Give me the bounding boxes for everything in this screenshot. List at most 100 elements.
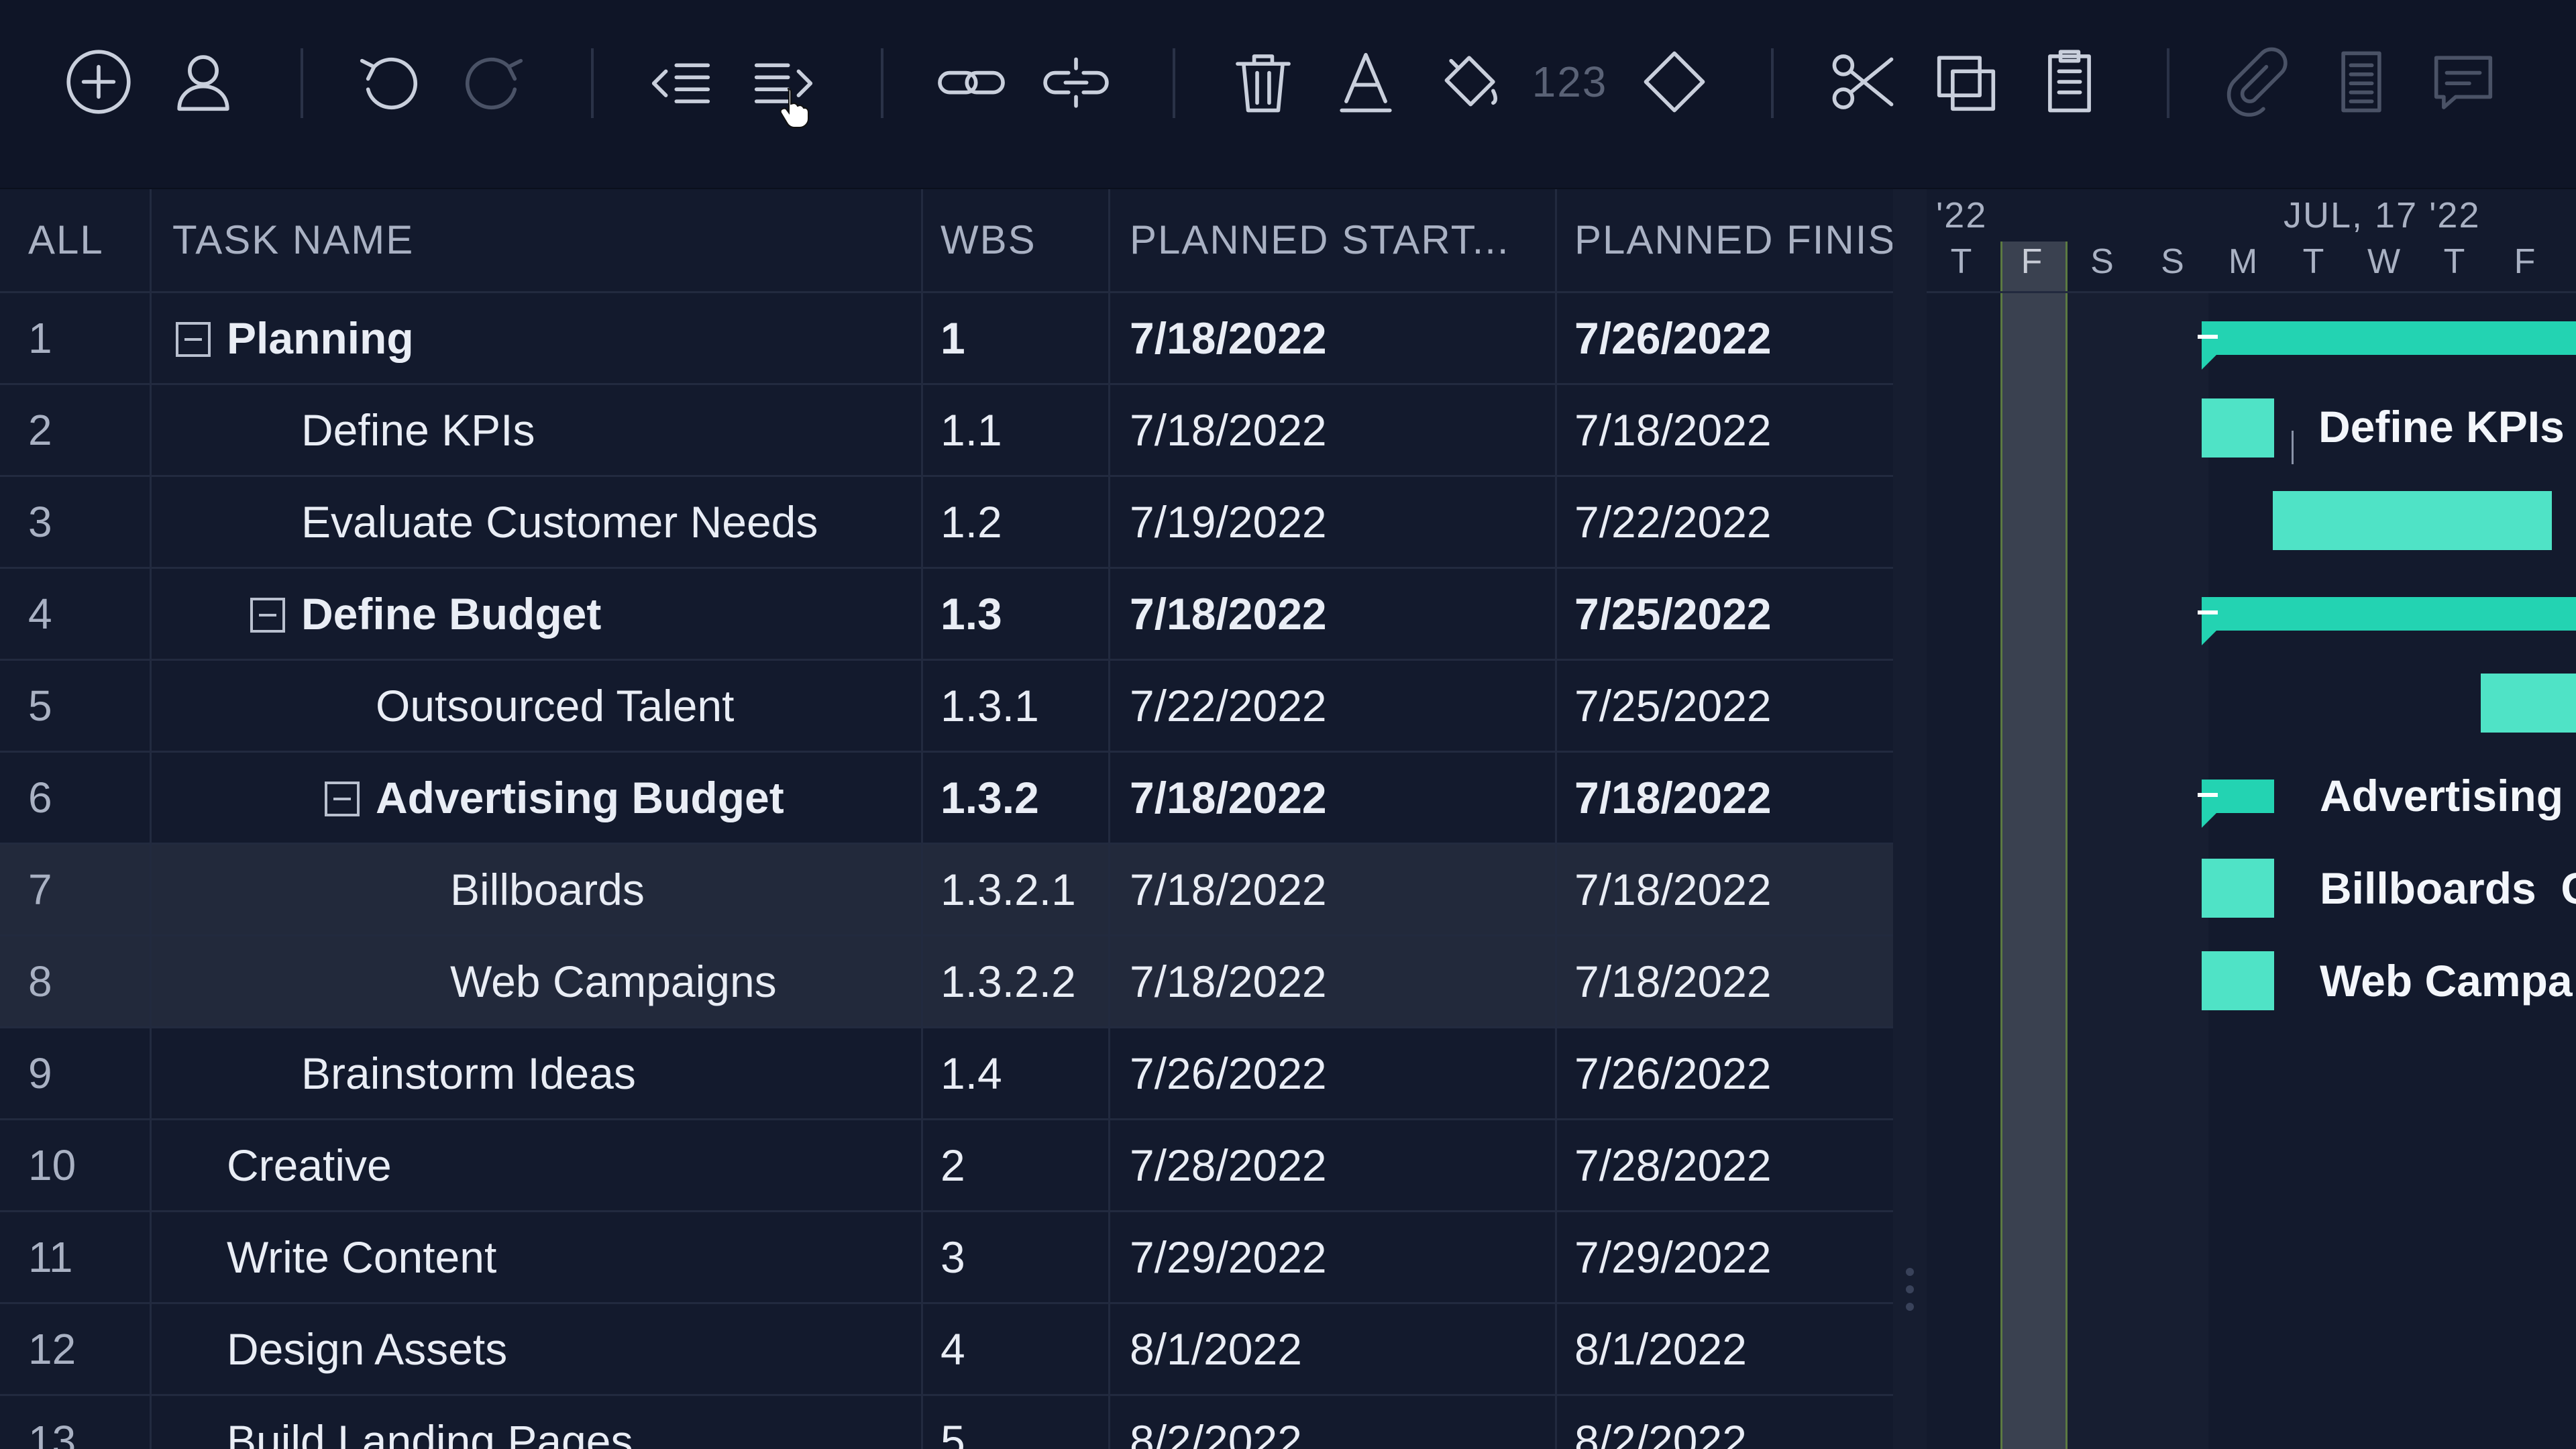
planned-start-cell[interactable]: 8/1/2022 [1110,1304,1555,1394]
planned-start-cell[interactable]: 7/22/2022 [1110,661,1555,751]
task-name-cell[interactable]: Evaluate Customer Needs [151,477,921,567]
column-header-planned-start[interactable]: PLANNED START... [1110,189,1555,291]
table-row[interactable]: 9 Brainstorm Ideas 1.4 7/26/2022 7/26/2022 [0,1028,1893,1120]
column-header-planned-finish[interactable]: PLANNED FINIS [1557,189,1892,291]
gantt-bar-outsourced-talent[interactable] [2481,674,2576,733]
column-header-task-name[interactable]: TASK NAME [151,189,921,291]
row-number[interactable]: 12 [0,1304,151,1394]
redo-icon[interactable] [453,42,534,122]
assign-user-icon[interactable] [163,42,244,122]
wbs-cell[interactable]: 1.2 [923,477,1108,567]
wbs-cell[interactable]: 2 [923,1120,1108,1210]
table-row[interactable]: 12 Design Assets 4 8/1/2022 8/1/2022 [0,1304,1893,1396]
task-name-cell[interactable]: Define KPIs [151,385,921,475]
planned-start-cell[interactable]: 7/29/2022 [1110,1212,1555,1302]
gantt-summary-bar-planning[interactable] [2202,321,2576,370]
planned-start-cell[interactable]: 8/2/2022 [1110,1396,1555,1449]
row-number[interactable]: 9 [0,1028,151,1118]
undo-icon[interactable] [349,42,429,122]
row-number[interactable]: 4 [0,569,151,659]
row-number[interactable]: 3 [0,477,151,567]
wbs-cell[interactable]: 1.4 [923,1028,1108,1118]
gantt-summary-bar-define-budget[interactable] [2202,597,2576,645]
collapse-toggle-icon[interactable] [250,597,285,633]
table-row[interactable]: 2 Define KPIs 1.1 7/18/2022 7/18/2022 [0,385,1893,477]
task-name-cell[interactable]: Write Content [151,1212,921,1302]
gantt-bar-web-campaigns[interactable] [2202,951,2274,1010]
summary-collapse-marker[interactable] [2198,610,2218,614]
planned-finish-cell[interactable]: 7/22/2022 [1557,477,1892,567]
unlink-icon[interactable] [1036,42,1116,122]
wbs-cell[interactable]: 5 [923,1396,1108,1449]
task-name-cell[interactable]: Billboards [151,845,921,934]
wbs-cell[interactable]: 1.3 [923,569,1108,659]
table-row[interactable]: 6 Advertising Budget 1.3.2 7/18/2022 7/18/20… [0,753,1893,845]
task-name-cell[interactable]: Design Assets [151,1304,921,1394]
outdent-icon[interactable] [641,42,721,122]
delete-icon[interactable] [1223,42,1303,122]
row-number[interactable]: 11 [0,1212,151,1302]
link-icon[interactable] [931,42,1012,122]
gantt-bar-define-kpis[interactable] [2202,398,2274,458]
row-number[interactable]: 10 [0,1120,151,1210]
planned-finish-cell[interactable]: 7/18/2022 [1557,936,1892,1026]
wbs-cell[interactable]: 1.3.1 [923,661,1108,751]
summary-collapse-marker[interactable] [2198,335,2218,339]
row-number[interactable]: 7 [0,845,151,934]
splitter-handle-icon[interactable] [1904,1268,1915,1322]
planned-start-cell[interactable]: 7/18/2022 [1110,385,1555,475]
planned-start-cell[interactable]: 7/18/2022 [1110,569,1555,659]
planned-finish-cell[interactable]: 7/18/2022 [1557,385,1892,475]
row-number[interactable]: 13 [0,1396,151,1449]
row-number[interactable]: 1 [0,293,151,383]
paste-icon[interactable] [2029,42,2110,122]
task-name-cell[interactable]: Planning [151,293,921,383]
table-row[interactable]: 8 Web Campaigns 1.3.2.2 7/18/2022 7/18/2022 [0,936,1893,1028]
row-number[interactable]: 6 [0,753,151,843]
planned-finish-cell[interactable]: 7/18/2022 [1557,753,1892,843]
comments-icon[interactable] [2423,42,2504,122]
milestone-icon[interactable] [1634,42,1715,122]
planned-finish-cell[interactable]: 8/1/2022 [1557,1304,1892,1394]
planned-finish-cell[interactable]: 7/26/2022 [1557,1028,1892,1118]
gantt-bar-billboards[interactable] [2202,859,2274,918]
planned-start-cell[interactable]: 7/26/2022 [1110,1028,1555,1118]
task-name-cell[interactable]: Brainstorm Ideas [151,1028,921,1118]
text-format-icon[interactable] [1326,42,1406,122]
table-row[interactable]: 10 Creative 2 7/28/2022 7/28/2022 [0,1120,1893,1212]
attachment-icon[interactable] [2217,42,2298,122]
pane-splitter[interactable] [1893,189,1927,1449]
planned-finish-cell[interactable]: 7/28/2022 [1557,1120,1892,1210]
table-row[interactable]: 1 Planning 1 7/18/2022 7/26/2022 [0,293,1893,385]
row-number[interactable]: 2 [0,385,151,475]
wbs-cell[interactable]: 4 [923,1304,1108,1394]
task-name-cell[interactable]: Build Landing Pages [151,1396,921,1449]
copy-icon[interactable] [1926,42,2006,122]
table-row[interactable]: 7 Billboards 1.3.2.1 7/18/2022 7/18/2022 [0,845,1893,936]
planned-start-cell[interactable]: 7/28/2022 [1110,1120,1555,1210]
planned-finish-cell[interactable]: 7/26/2022 [1557,293,1892,383]
task-name-cell[interactable]: Creative [151,1120,921,1210]
planned-start-cell[interactable]: 7/19/2022 [1110,477,1555,567]
table-row[interactable]: 3 Evaluate Customer Needs 1.2 7/19/2022 7/22… [0,477,1893,569]
planned-finish-cell[interactable]: 8/2/2022 [1557,1396,1892,1449]
column-header-all[interactable]: ALL [0,189,151,291]
table-row[interactable]: 13 Build Landing Pages 5 8/2/2022 8/2/2022 [0,1396,1893,1449]
wbs-cell[interactable]: 3 [923,1212,1108,1302]
task-name-cell[interactable]: Outsourced Talent [151,661,921,751]
task-name-cell[interactable]: Web Campaigns [151,936,921,1026]
table-row[interactable]: 4 Define Budget 1.3 7/18/2022 7/25/2022 [0,569,1893,661]
collapse-toggle-icon[interactable] [176,321,211,357]
wbs-cell[interactable]: 1 [923,293,1108,383]
wbs-cell[interactable]: 1.3.2.1 [923,845,1108,934]
row-number[interactable]: 8 [0,936,151,1026]
planned-start-cell[interactable]: 7/18/2022 [1110,936,1555,1026]
planned-start-cell[interactable]: 7/18/2022 [1110,845,1555,934]
column-header-wbs[interactable]: WBS [923,189,1108,291]
wbs-cell[interactable]: 1.1 [923,385,1108,475]
gantt-bar-evaluate-customer-needs[interactable] [2273,491,2552,550]
add-task-icon[interactable] [58,42,139,122]
fill-color-icon[interactable] [1429,42,1509,122]
task-name-cell[interactable]: Advertising Budget [151,753,921,843]
planned-finish-cell[interactable]: 7/18/2022 [1557,845,1892,934]
